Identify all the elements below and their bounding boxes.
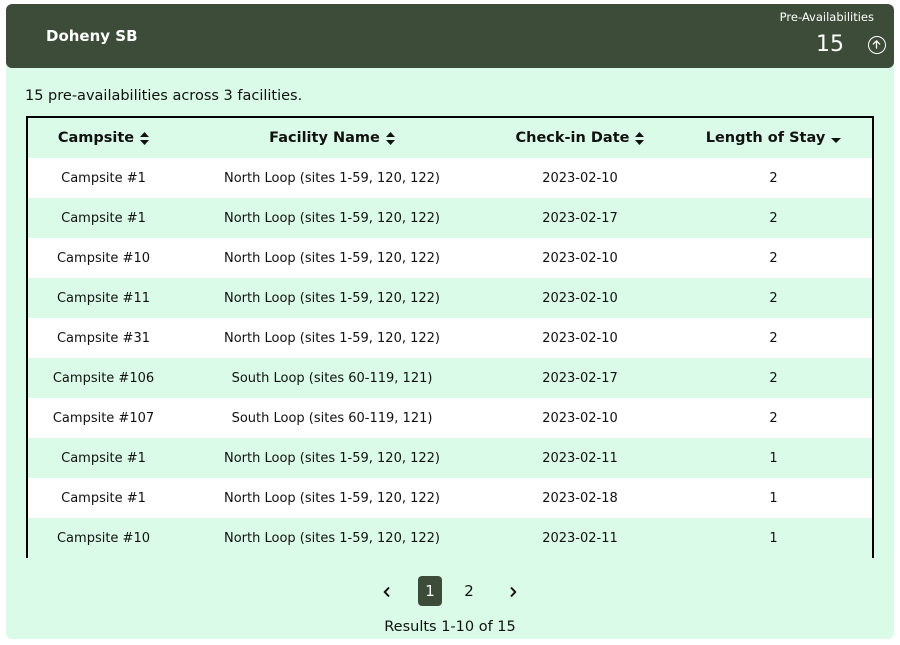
column-header-check-in-date[interactable]: Check-in Date: [485, 118, 675, 158]
cell-campsite: Campsite #10: [28, 518, 179, 558]
cell-length-of-stay: 1: [675, 438, 872, 478]
cell-campsite: Campsite #1: [28, 438, 179, 478]
cell-length-of-stay: 2: [675, 358, 872, 398]
table-row: Campsite #31 North Loop (sites 1-59, 120,…: [28, 318, 872, 358]
cell-campsite: Campsite #1: [28, 478, 179, 518]
collapse-button[interactable]: [868, 36, 886, 54]
column-header-facility-name[interactable]: Facility Name: [179, 118, 485, 158]
table-header-row: Campsite Facility Name Check-in Date Len…: [28, 118, 872, 158]
cell-check-in-date: 2023-02-17: [485, 198, 675, 238]
cell-facility-name: North Loop (sites 1-59, 120, 122): [179, 438, 485, 478]
arrow-up-icon: [872, 40, 881, 49]
table-row: Campsite #11 North Loop (sites 1-59, 120,…: [28, 278, 872, 318]
table-row: Campsite #10 North Loop (sites 1-59, 120,…: [28, 238, 872, 278]
table-row: Campsite #1 North Loop (sites 1-59, 120, …: [28, 158, 872, 198]
pre-availabilities-count: 15: [816, 32, 844, 57]
cell-length-of-stay: 2: [675, 278, 872, 318]
sort-both-icon: [385, 131, 395, 145]
chevron-right-icon: [510, 586, 517, 597]
cell-facility-name: South Loop (sites 60-119, 121): [179, 358, 485, 398]
cell-campsite: Campsite #1: [28, 158, 179, 198]
cell-campsite: Campsite #31: [28, 318, 179, 358]
cell-check-in-date: 2023-02-18: [485, 478, 675, 518]
table-row: Campsite #10 North Loop (sites 1-59, 120,…: [28, 518, 872, 558]
sort-descending-icon: [831, 137, 842, 143]
cell-check-in-date: 2023-02-11: [485, 518, 675, 558]
pagination: 1 2: [6, 574, 894, 606]
cell-facility-name: North Loop (sites 1-59, 120, 122): [179, 478, 485, 518]
table-row: Campsite #107 South Loop (sites 60-119, 1…: [28, 398, 872, 438]
table-row: Campsite #1 North Loop (sites 1-59, 120, …: [28, 438, 872, 478]
cell-campsite: Campsite #11: [28, 278, 179, 318]
cell-check-in-date: 2023-02-10: [485, 318, 675, 358]
cell-facility-name: South Loop (sites 60-119, 121): [179, 398, 485, 438]
cell-facility-name: North Loop (sites 1-59, 120, 122): [179, 238, 485, 278]
summary-text: 15 pre-availabilities across 3 facilitie…: [25, 88, 303, 104]
next-page-button[interactable]: [504, 576, 522, 606]
cell-check-in-date: 2023-02-10: [485, 398, 675, 438]
cell-length-of-stay: 2: [675, 318, 872, 358]
availability-table: Campsite Facility Name Check-in Date Len…: [26, 116, 874, 558]
cell-length-of-stay: 1: [675, 478, 872, 518]
cell-facility-name: North Loop (sites 1-59, 120, 122): [179, 518, 485, 558]
cell-length-of-stay: 2: [675, 238, 872, 278]
cell-facility-name: North Loop (sites 1-59, 120, 122): [179, 198, 485, 238]
cell-length-of-stay: 2: [675, 198, 872, 238]
card-header: Doheny SB Pre-Availabilities 15: [6, 4, 894, 68]
park-name: Doheny SB: [46, 27, 138, 45]
results-count: Results 1-10 of 15: [384, 619, 516, 635]
page-2-button[interactable]: 2: [460, 576, 478, 606]
cell-check-in-date: 2023-02-17: [485, 358, 675, 398]
cell-facility-name: North Loop (sites 1-59, 120, 122): [179, 158, 485, 198]
pre-availabilities-label: Pre-Availabilities: [779, 10, 874, 24]
cell-campsite: Campsite #10: [28, 238, 179, 278]
sort-both-icon: [140, 131, 150, 145]
cell-campsite: Campsite #1: [28, 198, 179, 238]
cell-length-of-stay: 2: [675, 398, 872, 438]
cell-check-in-date: 2023-02-10: [485, 278, 675, 318]
previous-page-button[interactable]: [378, 576, 396, 606]
table-row: Campsite #106 South Loop (sites 60-119, 1…: [28, 358, 872, 398]
cell-check-in-date: 2023-02-11: [485, 438, 675, 478]
cell-campsite: Campsite #107: [28, 398, 179, 438]
column-header-campsite[interactable]: Campsite: [28, 118, 179, 158]
cell-check-in-date: 2023-02-10: [485, 238, 675, 278]
cell-length-of-stay: 2: [675, 158, 872, 198]
cell-facility-name: North Loop (sites 1-59, 120, 122): [179, 278, 485, 318]
column-header-length-of-stay[interactable]: Length of Stay: [675, 118, 872, 158]
page-1-button[interactable]: 1: [418, 576, 442, 606]
table-row: Campsite #1 North Loop (sites 1-59, 120, …: [28, 478, 872, 518]
cell-facility-name: North Loop (sites 1-59, 120, 122): [179, 318, 485, 358]
availability-card: Doheny SB Pre-Availabilities 15 15 pre-a…: [6, 4, 894, 639]
sort-both-icon: [635, 131, 645, 145]
chevron-left-icon: [383, 586, 390, 597]
table-row: Campsite #1 North Loop (sites 1-59, 120, …: [28, 198, 872, 238]
cell-length-of-stay: 1: [675, 518, 872, 558]
cell-check-in-date: 2023-02-10: [485, 158, 675, 198]
cell-campsite: Campsite #106: [28, 358, 179, 398]
